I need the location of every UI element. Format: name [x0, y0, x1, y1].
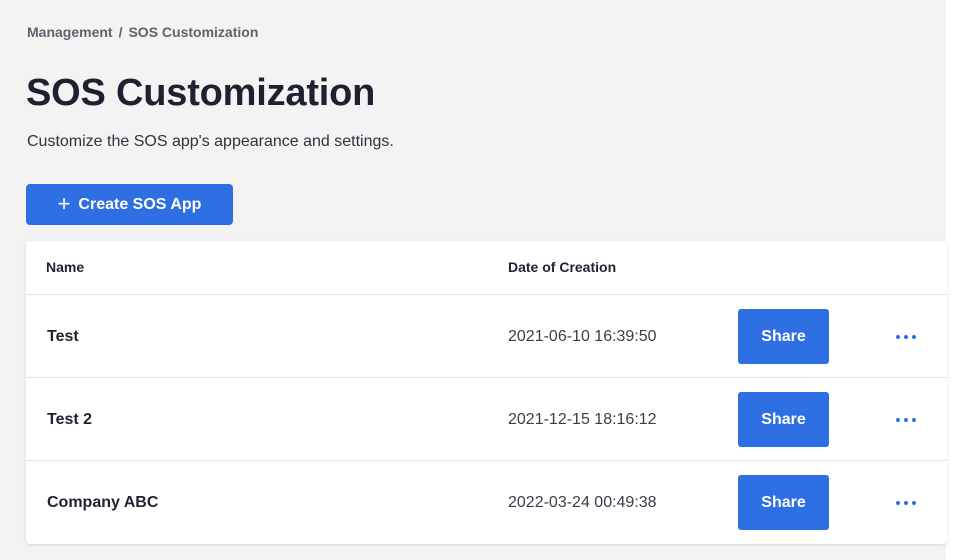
- page-subtitle: Customize the SOS app's appearance and s…: [27, 133, 394, 150]
- table-row[interactable]: Company ABC 2022-03-24 00:49:38 Share: [26, 461, 947, 544]
- dot: [912, 335, 916, 339]
- dot: [896, 418, 900, 422]
- app-name: Test 2: [47, 411, 93, 428]
- create-sos-app-label: Create SOS App: [78, 195, 202, 213]
- sos-apps-table: Name Date of Creation Test 2021-06-10 16…: [26, 241, 947, 544]
- breadcrumb: Management / SOS Customization: [27, 24, 258, 40]
- dot: [904, 501, 908, 505]
- column-header-name[interactable]: Name: [46, 259, 84, 275]
- share-button[interactable]: Share: [738, 475, 829, 530]
- create-sos-app-button[interactable]: + Create SOS App: [26, 184, 233, 225]
- breadcrumb-current: SOS Customization: [128, 24, 259, 40]
- breadcrumb-management-link[interactable]: Management: [27, 24, 113, 40]
- share-button[interactable]: Share: [738, 309, 829, 364]
- dot: [912, 418, 916, 422]
- dot: [904, 335, 908, 339]
- table-header: Name Date of Creation: [26, 241, 947, 295]
- page-title: SOS Customization: [26, 72, 376, 114]
- window-edge: [946, 0, 954, 560]
- more-options-icon[interactable]: [888, 408, 924, 432]
- plus-icon: +: [57, 190, 71, 216]
- app-name: Test: [47, 328, 79, 345]
- breadcrumb-separator: /: [118, 24, 123, 40]
- dot: [912, 501, 916, 505]
- more-options-icon[interactable]: [888, 491, 924, 515]
- dot: [896, 335, 900, 339]
- share-button[interactable]: Share: [738, 392, 829, 447]
- table-row[interactable]: Test 2021-06-10 16:39:50 Share: [26, 295, 947, 378]
- creation-date: 2021-06-10 16:39:50: [508, 328, 657, 345]
- table-row[interactable]: Test 2 2021-12-15 18:16:12 Share: [26, 378, 947, 461]
- creation-date: 2021-12-15 18:16:12: [508, 411, 657, 428]
- column-header-date[interactable]: Date of Creation: [508, 259, 616, 275]
- dot: [904, 418, 908, 422]
- creation-date: 2022-03-24 00:49:38: [508, 494, 657, 511]
- dot: [896, 501, 900, 505]
- app-name: Company ABC: [47, 494, 159, 511]
- more-options-icon[interactable]: [888, 325, 924, 349]
